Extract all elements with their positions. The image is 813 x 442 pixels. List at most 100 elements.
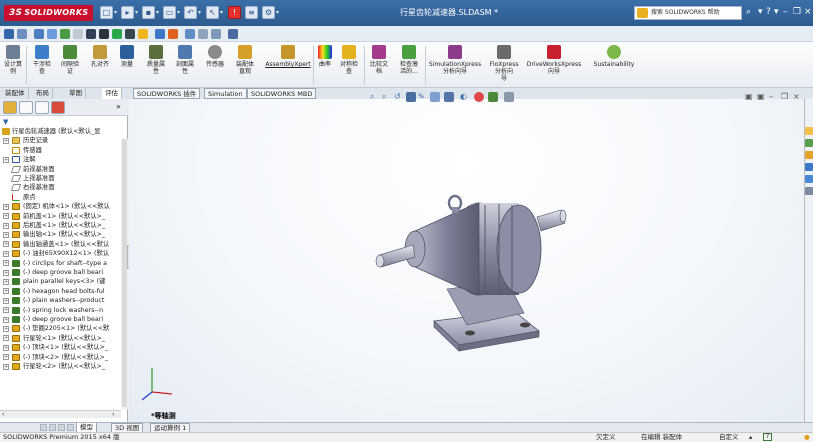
- configuration-manager-icon[interactable]: [35, 101, 49, 114]
- select-dropdown-icon[interactable]: ▾: [220, 9, 225, 17]
- tree-item[interactable]: + (固定) 机体<1> (默认<<默认: [0, 202, 121, 211]
- expand-icon[interactable]: +: [3, 325, 9, 332]
- exploded-view-icon[interactable]: [155, 29, 165, 39]
- tree-item[interactable]: + (-) plain washers--product: [0, 296, 121, 305]
- expand-icon[interactable]: +: [3, 156, 9, 163]
- graphics-area[interactable]: [129, 99, 804, 422]
- pattern-icon[interactable]: [60, 29, 70, 39]
- property-manager-icon[interactable]: [19, 101, 33, 114]
- clearance-verification-button[interactable]: 间隙验 证: [58, 45, 82, 75]
- expand-tabs-icon[interactable]: »: [116, 102, 121, 111]
- assembly-tools-icon[interactable]: [4, 29, 14, 39]
- layout-icon[interactable]: [17, 29, 27, 39]
- viewport-tile-icon[interactable]: ▣: [757, 92, 765, 101]
- tree-scrollbar[interactable]: [121, 139, 128, 409]
- tree-item[interactable]: + plain parallel keys<3> (键: [0, 277, 121, 286]
- open-icon[interactable]: ▸: [121, 6, 134, 19]
- view-orientation-icon[interactable]: [430, 92, 440, 102]
- undo-icon[interactable]: ↶: [184, 6, 197, 19]
- assembly-visualization-button[interactable]: 装配体 直观: [231, 45, 259, 75]
- select-icon[interactable]: ↖: [206, 6, 219, 19]
- tab-layout[interactable]: 布局: [33, 88, 53, 99]
- open-dropdown-icon[interactable]: ▾: [135, 9, 140, 17]
- large-assembly-icon[interactable]: [198, 29, 208, 39]
- display-manager-icon[interactable]: [51, 101, 65, 114]
- scroll-right-icon[interactable]: ›: [112, 411, 114, 418]
- expand-icon[interactable]: +: [3, 231, 9, 238]
- speedpak-icon[interactable]: [211, 29, 221, 39]
- component-icon[interactable]: [34, 29, 44, 39]
- tree-item[interactable]: + (-) 顶块<1> (默认<<默认>_: [0, 343, 121, 352]
- expand-icon[interactable]: +: [3, 307, 9, 314]
- tree-item[interactable]: + 输出轴<1> (默认<<默认>_: [0, 230, 121, 239]
- tab-sketch[interactable]: 草图: [66, 88, 86, 99]
- tab-assembly[interactable]: 装配体: [2, 88, 29, 99]
- tree-item[interactable]: + (-) deep groove ball beari: [0, 315, 121, 324]
- file-properties-icon[interactable]: ≡: [245, 6, 258, 19]
- tab-solidworks-addins[interactable]: SOLIDWORKS 插件: [133, 88, 201, 99]
- new-dropdown-icon[interactable]: ▾: [114, 9, 119, 17]
- last-tab-icon[interactable]: [67, 424, 74, 431]
- section-view-icon[interactable]: [406, 92, 416, 102]
- minimize-icon[interactable]: –: [783, 7, 788, 17]
- compare-documents-button[interactable]: 比较文 档: [367, 45, 391, 75]
- hide-show-items-icon[interactable]: ◐: [460, 92, 470, 102]
- solidworks-logo[interactable]: 3S SOLIDWORKS: [4, 5, 94, 21]
- expand-icon[interactable]: +: [3, 241, 9, 248]
- tree-item[interactable]: + (-) 垫圈2205<1> (默认<<默: [0, 324, 121, 333]
- expand-icon[interactable]: +: [3, 222, 9, 229]
- tree-item[interactable]: 上视基准面: [0, 174, 121, 183]
- print-dropdown-icon[interactable]: ▾: [177, 9, 182, 17]
- mass-properties-button[interactable]: 质量属 性: [143, 45, 169, 75]
- tree-item[interactable]: 原点: [0, 193, 121, 202]
- tab-evaluate[interactable]: 评估: [102, 88, 122, 99]
- hole-alignment-button[interactable]: 孔对齐: [88, 45, 112, 68]
- tree-scrollbar-thumb[interactable]: [122, 139, 127, 407]
- expand-icon[interactable]: +: [3, 354, 9, 361]
- take-snapshot-icon[interactable]: [228, 29, 238, 39]
- move-component-icon[interactable]: [73, 29, 83, 39]
- file-explorer-icon[interactable]: [805, 151, 813, 159]
- instant3d-icon[interactable]: [168, 29, 178, 39]
- scroll-left-icon[interactable]: ‹: [2, 411, 4, 418]
- units-dropdown-icon[interactable]: ▴: [749, 433, 752, 442]
- measure-button[interactable]: 测量: [116, 45, 138, 68]
- view-palette-icon[interactable]: [805, 163, 813, 171]
- expand-icon[interactable]: +: [3, 278, 9, 285]
- tree-horizontal-scrollbar[interactable]: ‹ ›: [0, 410, 121, 418]
- driveworksxpress-button[interactable]: DriveWorksXpress 向导: [524, 45, 584, 75]
- simulationxpress-button[interactable]: SimulationXpress 分析向导: [427, 45, 483, 75]
- assembly-features-icon[interactable]: [99, 29, 109, 39]
- apply-scene-icon[interactable]: [488, 92, 498, 102]
- tree-item[interactable]: + 行星轮<2> (默认<<默认>_: [0, 362, 121, 371]
- tree-item[interactable]: + 后机盖<1> (默认<<默认>_: [0, 221, 121, 230]
- tree-item[interactable]: + (-) 顶块<2> (默认<<默认>_: [0, 353, 121, 362]
- tree-item[interactable]: 前视基准面: [0, 165, 121, 174]
- tab-solidworks-mbd[interactable]: SOLIDWORKS MBD: [247, 88, 317, 99]
- interference-detection-button[interactable]: 干涉检 查: [30, 45, 54, 75]
- filter-icon[interactable]: ▼: [3, 118, 15, 127]
- floxpress-button[interactable]: FloXpress 分析向 导: [484, 45, 524, 82]
- expand-icon[interactable]: +: [3, 335, 9, 342]
- expand-icon[interactable]: +: [3, 288, 9, 295]
- viewport-minimize-icon[interactable]: –: [769, 92, 773, 101]
- expand-icon[interactable]: +: [3, 316, 9, 323]
- snapshot-icon[interactable]: [185, 29, 195, 39]
- mate-icon[interactable]: [47, 29, 57, 39]
- expand-icon[interactable]: +: [3, 137, 9, 144]
- expand-icon[interactable]: +: [3, 213, 9, 220]
- previous-view-icon[interactable]: ↺: [394, 92, 404, 102]
- tree-item[interactable]: + 注解: [0, 155, 121, 164]
- viewport-restore-icon[interactable]: ▣: [745, 92, 753, 101]
- tree-item[interactable]: 传感器: [0, 146, 121, 155]
- expand-icon[interactable]: +: [3, 297, 9, 304]
- feature-tree-icon[interactable]: [3, 101, 17, 114]
- close-icon[interactable]: ×: [804, 7, 812, 17]
- tree-item[interactable]: + (-) 油封65X90X12<1> (默认: [0, 249, 121, 258]
- previous-tab-icon[interactable]: [49, 424, 56, 431]
- rebuild-icon[interactable]: !: [228, 6, 241, 19]
- reference-geometry-icon[interactable]: [112, 29, 122, 39]
- zoom-to-fit-icon[interactable]: ⌕: [370, 92, 380, 102]
- units-selector[interactable]: 自定义: [719, 433, 739, 442]
- section-properties-button[interactable]: 剖面属 性: [172, 45, 198, 75]
